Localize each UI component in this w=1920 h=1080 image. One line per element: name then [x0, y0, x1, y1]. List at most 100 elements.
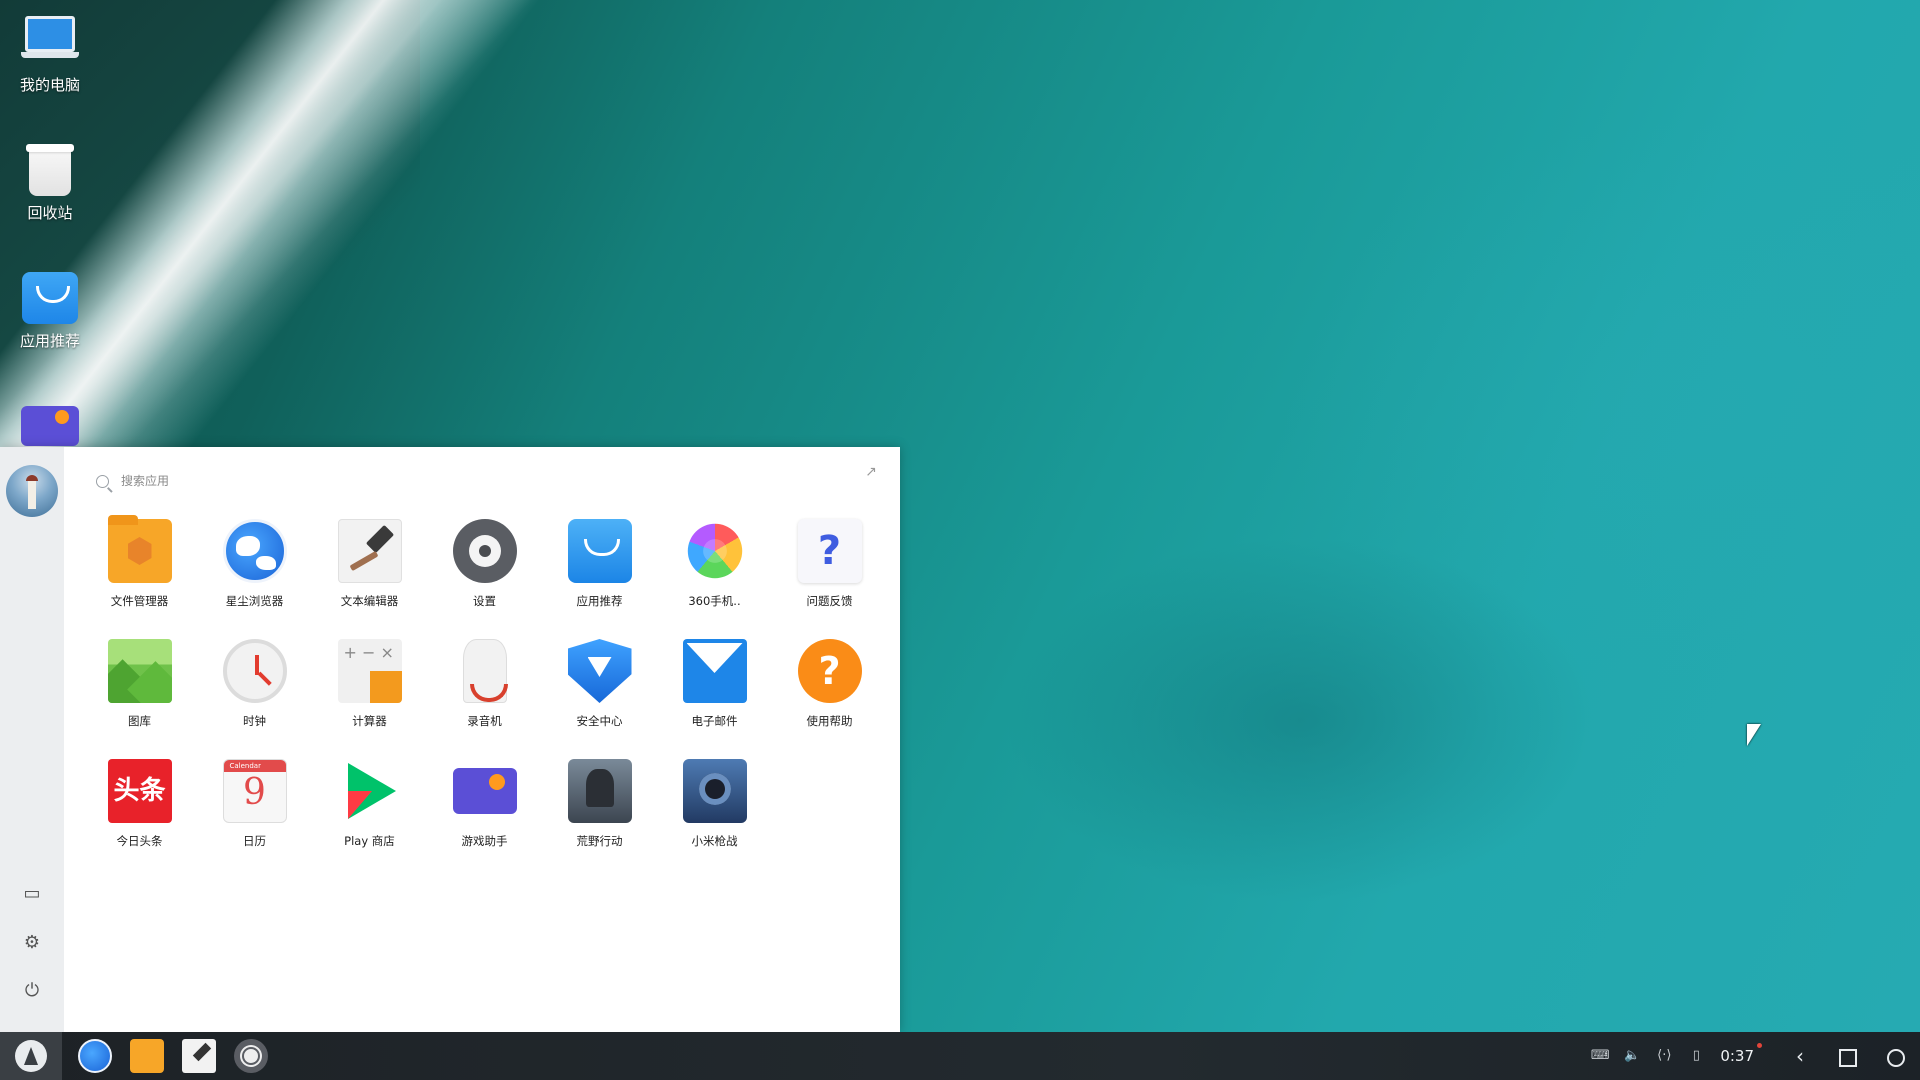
app-label: 文件管理器 — [110, 594, 169, 608]
app-label: 录音机 — [467, 714, 502, 728]
app-browser[interactable]: 星尘浏览器 — [197, 519, 312, 639]
app-label: 图库 — [128, 714, 151, 728]
search-input[interactable] — [119, 473, 423, 489]
battery-icon[interactable]: ▯ — [1686, 1046, 1706, 1066]
app-label: 日历 — [243, 834, 266, 848]
file-manager-icon — [107, 515, 172, 583]
app-calculator[interactable]: 计算器 — [312, 639, 427, 759]
app-file-manager[interactable]: 文件管理器 — [82, 515, 197, 639]
back-button[interactable]: ‹ — [1776, 1032, 1824, 1080]
desktop-icon-label: 我的电脑 — [19, 76, 80, 94]
app-knives-out[interactable]: 荒野行动 — [542, 759, 657, 879]
app-label: 应用推荐 — [576, 594, 623, 608]
browser-icon — [222, 519, 287, 583]
app-label: 设置 — [473, 594, 496, 608]
user-avatar[interactable] — [6, 465, 58, 517]
recents-button[interactable] — [1824, 1032, 1872, 1080]
mail-icon — [682, 639, 747, 703]
app-play-store[interactable]: Play 商店 — [312, 759, 427, 879]
app-label: 电子邮件 — [691, 714, 738, 728]
app-store-icon — [567, 519, 632, 583]
start-menu-sidebar: ▭ ⚙ ⏻ — [0, 447, 64, 1032]
chevron-left-icon: ‹ — [1796, 1044, 1804, 1068]
desktop-icon-my-computer[interactable]: 我的电脑 — [8, 10, 92, 95]
app-360[interactable]: 360手机.. — [657, 519, 772, 639]
feedback-icon: ? — [797, 519, 862, 583]
taskbar-text-editor-icon[interactable] — [182, 1039, 216, 1073]
volume-icon[interactable]: 🔈 — [1622, 1046, 1642, 1066]
computer-icon — [21, 10, 79, 68]
desktop-icon-recycle-bin[interactable]: 回收站 — [8, 138, 92, 223]
square-icon — [1839, 1048, 1857, 1067]
app-game-assistant[interactable]: 游戏助手 — [427, 759, 542, 879]
app-feedback[interactable]: ? 问题反馈 — [772, 519, 887, 639]
home-button[interactable] — [1872, 1032, 1920, 1080]
app-email[interactable]: 电子邮件 — [657, 639, 772, 759]
notification-dot — [1757, 1043, 1762, 1048]
app-label: 文本编辑器 — [340, 594, 399, 608]
taskbar: ⌨ 🔈 ⟨·⟩ ▯ 0:37 ‹ — [0, 1032, 1920, 1080]
keyboard-icon[interactable]: ⌨ — [1590, 1046, 1610, 1066]
clock[interactable]: 0:37 — [1720, 1043, 1762, 1065]
app-clock[interactable]: 时钟 — [197, 639, 312, 759]
desktop-icon-app-store[interactable]: 应用推荐 — [8, 266, 92, 351]
app-label: Play 商店 — [344, 834, 395, 848]
expand-icon[interactable]: ↗ — [862, 463, 880, 481]
app-toutiao[interactable]: 头条 今日头条 — [82, 759, 197, 879]
text-editor-icon — [337, 519, 402, 583]
gallery-icon — [107, 639, 172, 703]
clock-icon — [222, 639, 287, 703]
mi-gunfight-icon — [682, 759, 747, 823]
app-label: 时钟 — [243, 714, 266, 728]
power-icon[interactable]: ⏻ — [22, 981, 42, 1001]
desktop-icon-label: 回收站 — [27, 204, 73, 222]
knives-out-icon — [567, 759, 632, 823]
os-logo-icon — [15, 1040, 47, 1072]
gear-icon[interactable]: ⚙ — [22, 933, 42, 953]
trash-icon — [21, 138, 79, 196]
app-label: 星尘浏览器 — [225, 594, 284, 608]
taskbar-file-manager-icon[interactable] — [130, 1039, 164, 1073]
desktop-icon[interactable]: ▭ — [22, 884, 42, 904]
calendar-icon — [222, 759, 287, 823]
mouse-cursor-icon — [1747, 724, 1761, 746]
app-security-center[interactable]: 安全中心 — [542, 639, 657, 759]
game-assistant-icon — [452, 768, 517, 814]
game-assistant-icon — [21, 394, 79, 452]
clock-text: 0:37 — [1720, 1047, 1754, 1065]
help-icon: ? — [797, 639, 862, 703]
360-icon — [687, 523, 742, 579]
app-label: 今日头条 — [116, 834, 163, 848]
search-icon — [96, 474, 109, 488]
taskbar-browser-icon[interactable] — [78, 1039, 112, 1073]
app-label: 360手机.. — [688, 594, 741, 608]
app-text-editor[interactable]: 文本编辑器 — [312, 519, 427, 639]
app-label: 小米枪战 — [691, 834, 738, 848]
play-store-icon — [338, 759, 402, 823]
recorder-icon — [462, 639, 508, 703]
taskbar-settings-icon[interactable] — [234, 1039, 268, 1073]
app-gallery[interactable]: 图库 — [82, 639, 197, 759]
app-calendar[interactable]: 日历 — [197, 759, 312, 879]
app-label: 安全中心 — [576, 714, 623, 728]
app-label: 问题反馈 — [806, 594, 853, 608]
app-mi-gunfight[interactable]: 小米枪战 — [657, 759, 772, 879]
app-label: 荒野行动 — [576, 834, 623, 848]
desktop-icon-game-assistant[interactable] — [8, 394, 92, 452]
app-label: 使用帮助 — [806, 714, 853, 728]
app-label: 计算器 — [352, 714, 387, 728]
start-menu: ▭ ⚙ ⏻ ↗ 文件管理器 星尘浏览器 文本编辑器 设置 应用推荐 — [0, 447, 900, 1032]
system-tray: ⌨ 🔈 ⟨·⟩ ▯ 0:37 ‹ — [1590, 1032, 1920, 1080]
desktop-icon-label: 应用推荐 — [19, 332, 80, 350]
app-settings[interactable]: 设置 — [427, 519, 542, 639]
app-label: 游戏助手 — [461, 834, 508, 848]
network-icon[interactable]: ⟨·⟩ — [1654, 1046, 1674, 1066]
app-recorder[interactable]: 录音机 — [427, 639, 542, 759]
circle-icon — [1887, 1048, 1905, 1067]
app-app-store[interactable]: 应用推荐 — [542, 519, 657, 639]
start-button[interactable] — [0, 1032, 62, 1080]
app-grid: 文件管理器 星尘浏览器 文本编辑器 设置 应用推荐 360手机.. ? 问题反馈 — [82, 515, 887, 879]
search-bar — [96, 469, 423, 493]
calculator-icon — [337, 639, 402, 703]
app-help[interactable]: ? 使用帮助 — [772, 639, 887, 759]
